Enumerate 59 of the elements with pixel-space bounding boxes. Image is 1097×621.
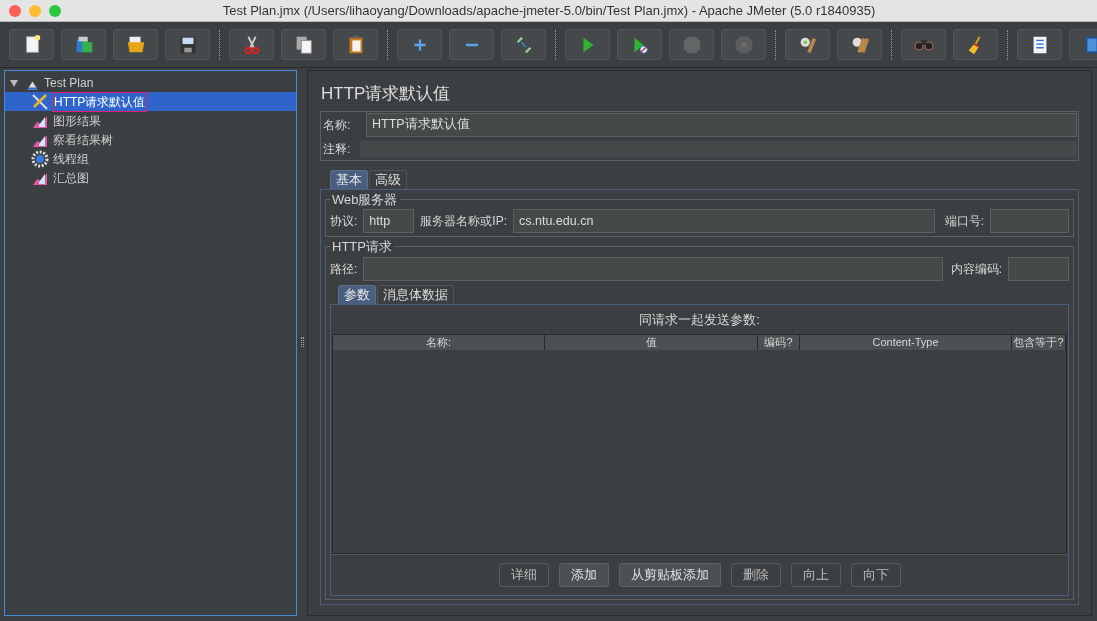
toolbar-button[interactable] <box>229 29 274 60</box>
column-header[interactable]: 包含等于? <box>1012 335 1066 350</box>
column-header[interactable]: 值 <box>545 335 758 350</box>
column-header[interactable]: 名称: <box>333 335 545 350</box>
field-label: 内容编码: <box>950 260 1002 278</box>
field-label: 协议: <box>330 213 358 230</box>
toolbar-button[interactable] <box>837 29 882 60</box>
toolbar-button[interactable] <box>113 29 158 60</box>
field-label: 注释: <box>322 140 352 158</box>
input-field[interactable]: http <box>363 209 415 233</box>
toolbar-button[interactable] <box>9 29 54 60</box>
toolbar-button[interactable] <box>1017 29 1062 60</box>
toolbar-button[interactable] <box>61 29 106 60</box>
field-label: 路径: <box>330 260 358 278</box>
tree-item[interactable]: 察看结果树 <box>5 130 296 149</box>
gear-icon <box>31 149 49 168</box>
input-field[interactable]: cs.ntu.edu.cn <box>513 209 935 233</box>
tab[interactable]: 基本 <box>330 169 368 189</box>
toolbar-button[interactable] <box>785 29 830 60</box>
comment-field[interactable] <box>360 140 1077 157</box>
column-header[interactable]: 编码? <box>758 335 800 350</box>
tab[interactable]: 消息体数据 <box>377 284 454 304</box>
tab[interactable]: 参数 <box>338 284 376 304</box>
field-label: 服务器名称或IP: <box>420 213 507 230</box>
tree-item-label: 图形结果 <box>52 112 102 130</box>
group-legend: HTTP请求 <box>330 237 394 257</box>
expand-caret-icon[interactable] <box>9 77 19 88</box>
zoom-window-button[interactable] <box>49 4 61 17</box>
panel-title: HTTP请求默认值 <box>321 83 452 105</box>
tree-item-label: HTTP请求默认值 <box>52 91 148 112</box>
input-field[interactable]: HTTP请求默认值 <box>366 112 1077 137</box>
tree-item[interactable]: 图形结果 <box>5 111 296 130</box>
tree-item[interactable]: Test Plan <box>5 73 296 92</box>
tree-item[interactable]: 汇总图 <box>5 168 296 187</box>
input-field[interactable] <box>363 256 943 281</box>
tree-item-label: Test Plan <box>43 74 95 92</box>
wrench-screwdriver-icon <box>31 92 49 111</box>
table-title: 同请求一起发送参数: <box>639 310 760 329</box>
tab[interactable]: 高级 <box>369 169 407 189</box>
column-header[interactable]: Content-Type <box>800 335 1012 350</box>
input-field[interactable] <box>990 209 1069 233</box>
tree-item[interactable]: HTTP请求默认值 <box>5 92 296 111</box>
close-window-button[interactable] <box>9 4 21 17</box>
tree-item[interactable]: 线程组 <box>5 149 296 168</box>
field-label: 名称: <box>322 116 352 134</box>
field-label: 端口号: <box>944 213 984 230</box>
window-title: Test Plan.jmx (/Users/lihaoyang/Downloads/apache-jmeter-5.0/bin/Test Plan.jmx) - Apache JMeter (5.0 r1840935) <box>222 1 876 20</box>
tree-item-label: 汇总图 <box>52 169 90 187</box>
toolbar-button[interactable] <box>281 29 326 60</box>
toolbar-button[interactable] <box>333 29 378 60</box>
action-button[interactable]: 添加 <box>558 563 609 587</box>
tree-item-label: 察看结果树 <box>52 131 114 149</box>
toolbar-button[interactable] <box>165 29 210 60</box>
input-field[interactable] <box>1008 256 1069 281</box>
splitter-handle[interactable] <box>300 337 304 347</box>
tree-item-label: 线程组 <box>52 150 90 168</box>
toolbar-button[interactable] <box>953 29 998 60</box>
action-button[interactable]: 从剪贴板添加 <box>618 563 721 587</box>
group-legend: Web服务器 <box>330 189 400 209</box>
